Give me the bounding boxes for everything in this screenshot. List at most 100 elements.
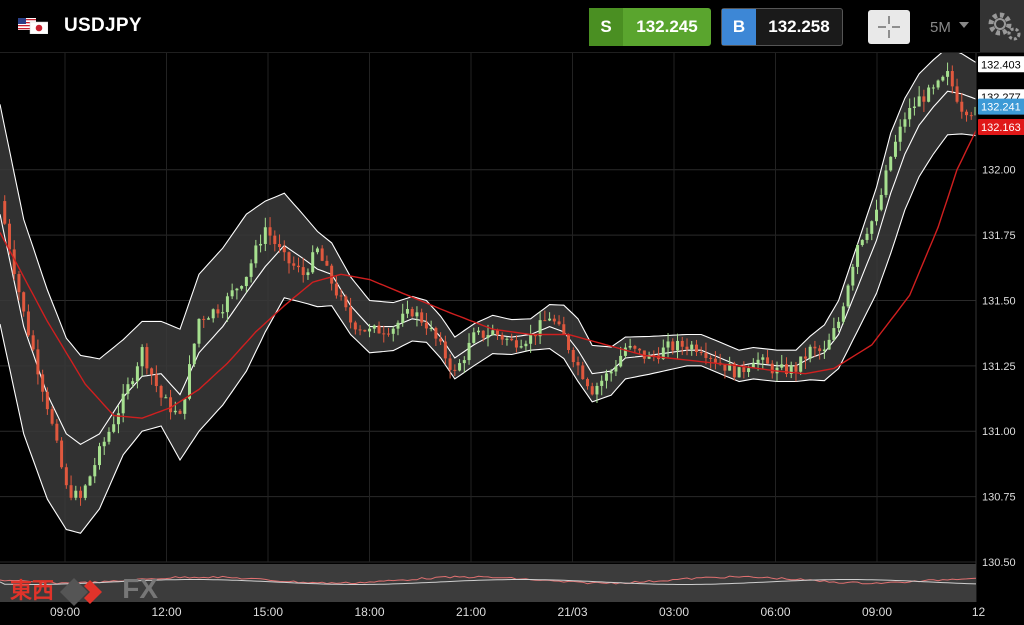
candle-body <box>292 263 296 266</box>
candle-body <box>500 334 504 340</box>
candle-body <box>415 312 419 317</box>
sell-button[interactable]: S 132.245 <box>589 8 711 46</box>
candle-body <box>424 322 428 329</box>
candle-body <box>737 367 741 378</box>
x-tick-label: 18:00 <box>354 605 384 619</box>
candle-body <box>514 340 518 348</box>
candle-body <box>581 365 585 380</box>
candle-body <box>221 312 225 314</box>
timeframe-selector[interactable]: 5M <box>930 19 951 36</box>
candle-body <box>467 342 471 361</box>
candle-body <box>453 369 457 371</box>
candle-body <box>950 71 954 87</box>
candle-body <box>505 338 509 340</box>
candle-body <box>443 341 447 359</box>
settings-button[interactable] <box>980 0 1024 52</box>
x-tick-label: 06:00 <box>760 605 790 619</box>
candle-body <box>192 343 196 365</box>
candle-body <box>912 106 916 108</box>
candle-body <box>88 476 92 486</box>
candle-body <box>472 332 476 343</box>
candle-body <box>372 325 376 329</box>
candle-body <box>325 260 329 266</box>
candle-body <box>538 320 542 337</box>
candle-body <box>36 349 40 375</box>
candle-body <box>74 490 78 498</box>
candle-body <box>429 328 433 330</box>
candle-body <box>965 111 969 116</box>
candle-body <box>585 379 589 387</box>
y-tick-label: 131.00 <box>982 426 1016 438</box>
price-chart[interactable]: 132.00 131.75 131.50 131.25 131.00 130.75 130.… <box>0 0 1024 625</box>
candle-body <box>135 366 139 382</box>
candle-body <box>794 365 798 372</box>
candle-body <box>927 87 931 102</box>
candle-body <box>268 227 272 236</box>
candle-body <box>908 107 912 120</box>
candle-body <box>946 71 950 77</box>
candle-body <box>154 374 158 387</box>
candle-body <box>112 424 116 432</box>
buy-button[interactable]: B 132.258 <box>721 8 843 46</box>
sell-label: S <box>589 8 623 46</box>
candle-body <box>614 366 618 372</box>
candle-body <box>387 333 391 335</box>
candle-body <box>633 345 637 349</box>
candle-body <box>955 86 959 102</box>
candle-body <box>405 309 409 314</box>
candle-body <box>420 312 424 323</box>
candle-body <box>353 322 357 330</box>
candle-body <box>116 413 120 425</box>
candle-body <box>50 409 54 424</box>
buy-price: 132.258 <box>768 17 830 36</box>
candle-body <box>543 320 547 322</box>
candle-body <box>358 329 362 331</box>
candle-body <box>249 263 253 277</box>
candle-body <box>83 485 87 498</box>
candle-body <box>202 318 206 320</box>
candle-body <box>495 330 499 335</box>
chevron-down-icon[interactable] <box>959 22 969 28</box>
candle-body <box>211 309 215 319</box>
candle-body <box>780 364 784 368</box>
candle-body <box>623 347 627 356</box>
candle-body <box>287 252 291 264</box>
candle-body <box>140 347 144 367</box>
candle-body <box>766 357 770 364</box>
candle-body <box>969 115 973 117</box>
candle-body <box>903 119 907 127</box>
candle-body <box>761 357 765 360</box>
candle-body <box>742 367 746 373</box>
candle-body <box>870 221 874 234</box>
candle-body <box>690 344 694 350</box>
candle-body <box>552 318 556 322</box>
candle-body <box>69 485 73 498</box>
candle-body <box>259 243 263 246</box>
crosshair-button[interactable] <box>868 10 910 44</box>
time-axis: 09:00 12:00 15:00 18:00 21:00 21/03 03:00 06:00… <box>50 605 986 619</box>
candle-body <box>571 349 575 363</box>
broker-logo: 東西 FX <box>10 573 158 610</box>
candle-body <box>628 345 632 348</box>
candle-body <box>832 328 836 340</box>
candle-body <box>936 80 940 88</box>
top-toolbar: USDJPY S 132.245 B 132.258 5M <box>0 0 1024 53</box>
candle-body <box>846 285 850 307</box>
y-tick-label: 131.25 <box>982 361 1016 373</box>
candle-body <box>666 341 670 348</box>
candle-body <box>879 194 883 210</box>
candle-body <box>486 335 490 338</box>
candle-body <box>808 346 812 359</box>
candle-body <box>676 340 680 351</box>
candle-body <box>150 368 154 375</box>
candle-body <box>756 359 760 364</box>
candle-body <box>837 321 841 329</box>
candle-body <box>898 126 902 142</box>
candle-body <box>567 334 571 350</box>
candle-body <box>519 346 523 348</box>
logo-diamond-icon <box>60 578 103 607</box>
candle-body <box>917 96 921 107</box>
candle-body <box>889 156 893 171</box>
candle-body <box>93 465 97 477</box>
candle-body <box>434 328 438 339</box>
